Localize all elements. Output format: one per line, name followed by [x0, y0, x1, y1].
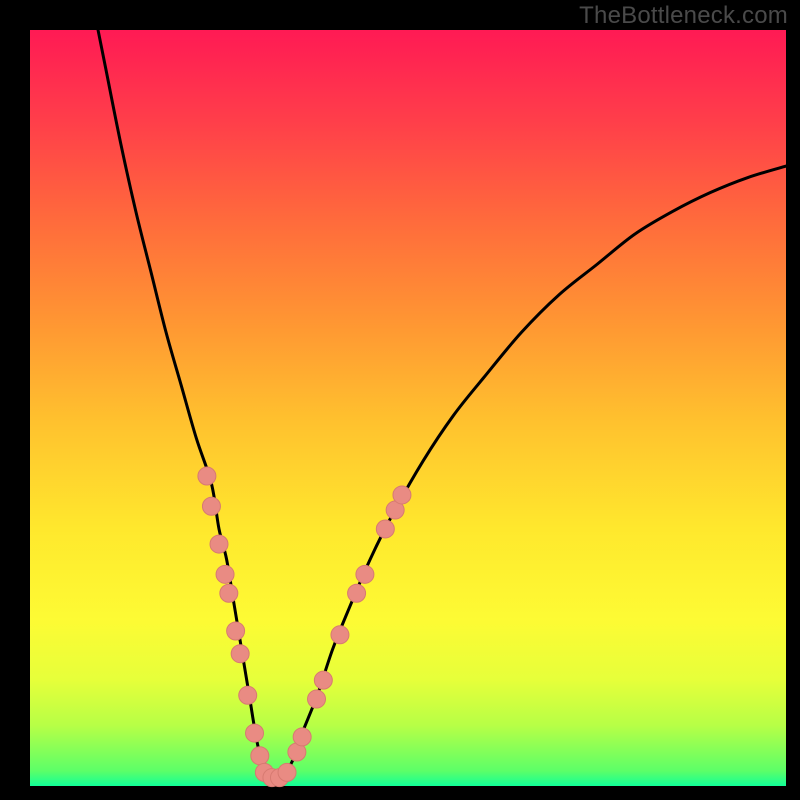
data-dot: [293, 728, 311, 746]
data-dot: [314, 671, 332, 689]
data-dot: [227, 622, 245, 640]
data-dot: [216, 565, 234, 583]
data-dot: [239, 686, 257, 704]
data-dot: [210, 535, 228, 553]
data-dot: [356, 565, 374, 583]
chart-frame: TheBottleneck.com: [0, 0, 800, 800]
data-dot: [331, 626, 349, 644]
data-dot: [278, 763, 296, 781]
watermark-text: TheBottleneck.com: [579, 2, 788, 30]
data-dot: [231, 645, 249, 663]
data-dot: [202, 497, 220, 515]
data-dot: [198, 467, 216, 485]
plot-area: [30, 30, 786, 786]
data-dot: [220, 584, 238, 602]
data-dot: [246, 724, 264, 742]
dots-left-branch: [198, 467, 269, 765]
data-dot: [308, 690, 326, 708]
bottleneck-curve: [98, 30, 786, 779]
data-dot: [348, 584, 366, 602]
chart-svg: [30, 30, 786, 786]
data-dot: [393, 486, 411, 504]
dots-trough: [255, 763, 296, 786]
data-dot: [251, 747, 269, 765]
data-dot: [376, 520, 394, 538]
